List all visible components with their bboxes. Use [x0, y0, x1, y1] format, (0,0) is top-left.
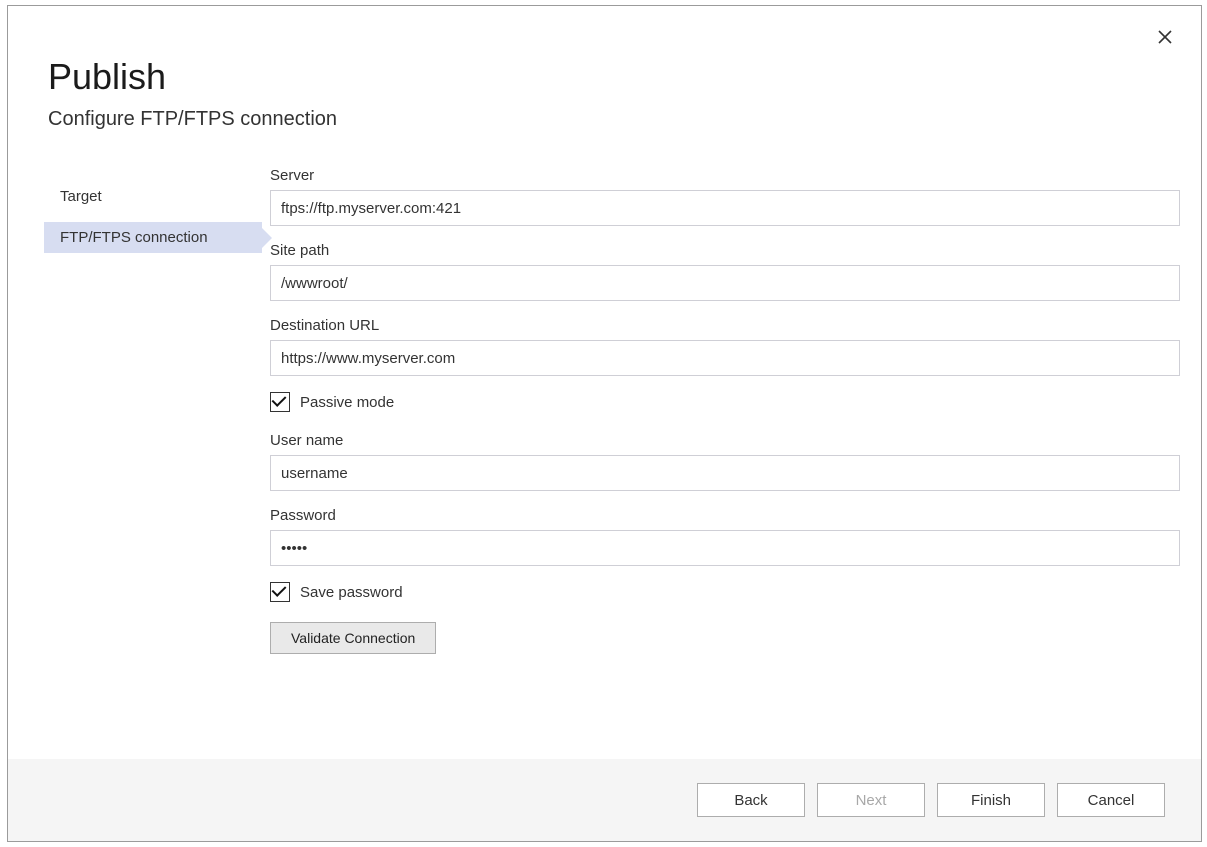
validate-connection-button[interactable]: Validate Connection: [270, 622, 436, 654]
sidebar-item-target[interactable]: Target: [44, 181, 262, 212]
finish-button[interactable]: Finish: [937, 783, 1045, 817]
password-input[interactable]: [270, 530, 1180, 566]
wizard-sidebar: Target FTP/FTPS connection: [44, 159, 262, 759]
server-field: Server: [270, 167, 1180, 226]
passive-mode-row: Passive mode: [270, 392, 1180, 412]
dialog-header: Publish Configure FTP/FTPS connection: [8, 6, 1201, 159]
sidebar-item-ftp-connection[interactable]: FTP/FTPS connection: [44, 222, 262, 253]
password-label: Password: [270, 507, 1180, 524]
destination-url-input[interactable]: [270, 340, 1180, 376]
passive-mode-checkbox[interactable]: [270, 392, 290, 412]
save-password-label: Save password: [300, 584, 403, 601]
connection-form: Server Site path Destination URL Passive…: [262, 159, 1180, 759]
sitepath-input[interactable]: [270, 265, 1180, 301]
username-field: User name: [270, 432, 1180, 491]
password-field: Password: [270, 507, 1180, 566]
destination-url-label: Destination URL: [270, 317, 1180, 334]
sitepath-field: Site path: [270, 242, 1180, 301]
page-title: Publish: [48, 56, 1161, 98]
publish-dialog: Publish Configure FTP/FTPS connection Ta…: [7, 5, 1202, 842]
close-icon: [1158, 30, 1172, 44]
dialog-body: Target FTP/FTPS connection Server Site p…: [8, 159, 1201, 759]
destination-url-field: Destination URL: [270, 317, 1180, 376]
sidebar-item-label: FTP/FTPS connection: [60, 229, 208, 246]
close-button[interactable]: [1151, 24, 1179, 52]
passive-mode-label: Passive mode: [300, 394, 394, 411]
page-subtitle: Configure FTP/FTPS connection: [48, 108, 1161, 131]
dialog-footer: Back Next Finish Cancel: [8, 759, 1201, 841]
back-button[interactable]: Back: [697, 783, 805, 817]
cancel-button[interactable]: Cancel: [1057, 783, 1165, 817]
username-input[interactable]: [270, 455, 1180, 491]
username-label: User name: [270, 432, 1180, 449]
server-input[interactable]: [270, 190, 1180, 226]
next-button: Next: [817, 783, 925, 817]
sidebar-item-label: Target: [60, 188, 102, 205]
save-password-checkbox[interactable]: [270, 582, 290, 602]
server-label: Server: [270, 167, 1180, 184]
sitepath-label: Site path: [270, 242, 1180, 259]
save-password-row: Save password: [270, 582, 1180, 602]
